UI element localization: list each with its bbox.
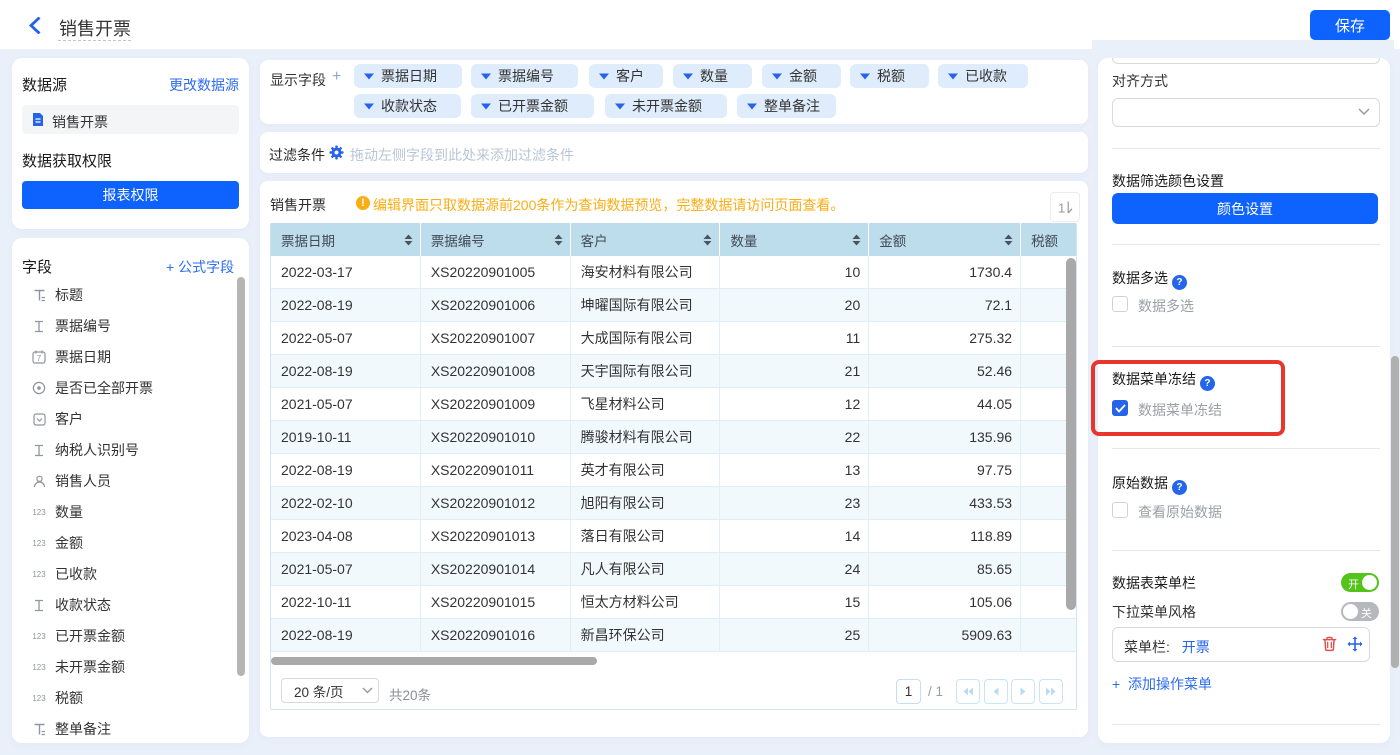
svg-text:7: 7	[37, 354, 42, 363]
svg-text:1: 1	[1058, 200, 1065, 215]
